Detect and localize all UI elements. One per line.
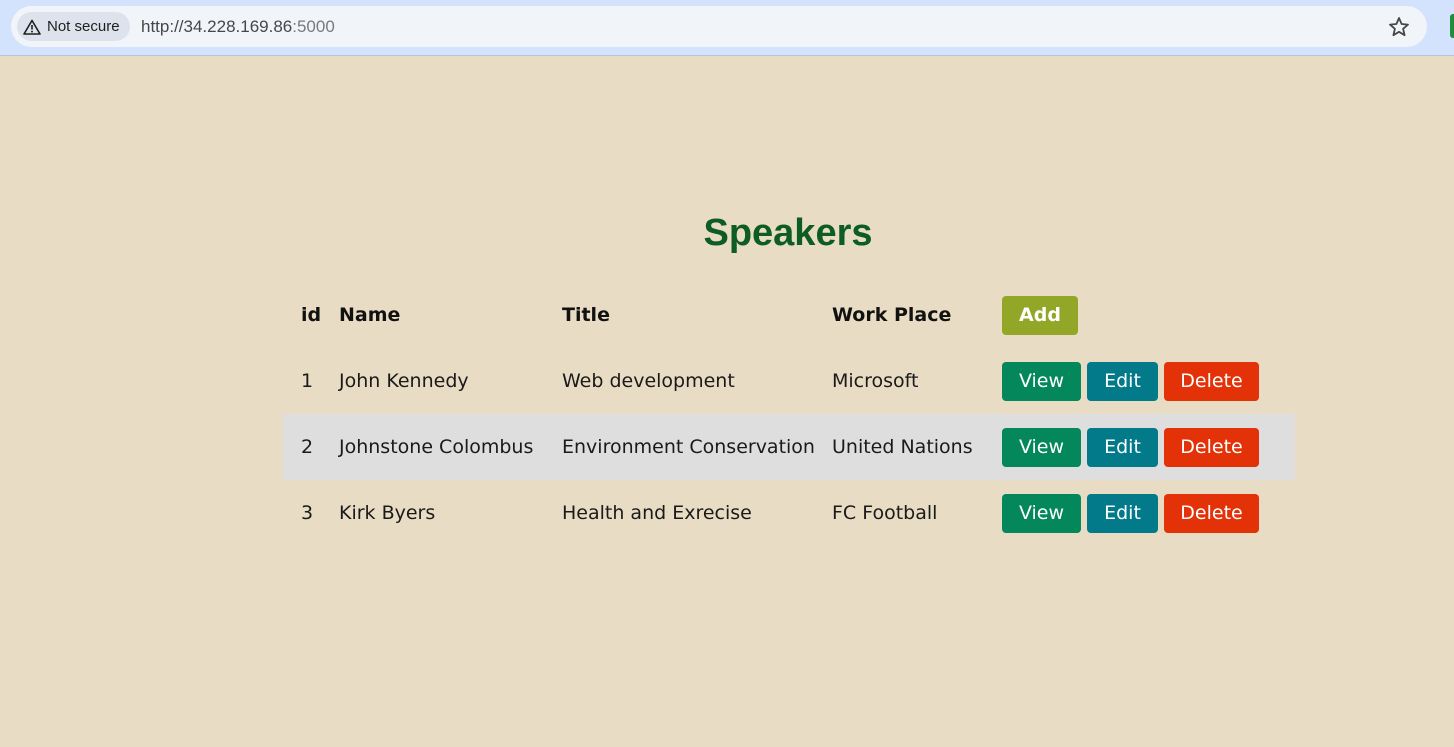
cell-id: 1 — [301, 370, 314, 392]
warning-icon — [23, 19, 41, 35]
header-actions: Add — [1002, 282, 1295, 348]
cell-name: John Kennedy — [339, 370, 469, 392]
url-text[interactable]: http://34.228.169.86:5000 — [141, 6, 335, 47]
edit-button[interactable]: Edit — [1087, 361, 1158, 401]
header-name: Name — [339, 304, 401, 326]
cell-work-place: Microsoft — [832, 370, 919, 392]
browser-toolbar: Not secure http://34.228.169.86:5000 — [0, 0, 1454, 56]
cell-title: Environment Conservation — [562, 436, 815, 458]
view-button[interactable]: View — [1002, 361, 1081, 401]
cell-id: 3 — [301, 502, 314, 524]
extension-icon[interactable] — [1450, 14, 1454, 38]
delete-button[interactable]: Delete — [1164, 493, 1259, 533]
cell-name: Johnstone Colombus — [339, 436, 534, 458]
view-button[interactable]: View — [1002, 493, 1081, 533]
edit-button[interactable]: Edit — [1087, 427, 1158, 467]
speakers-table-container: id Name Title Work Place Add 1 John Kenn… — [283, 282, 1295, 546]
table-row: 2 Johnstone Colombus Environment Conserv… — [283, 414, 1295, 480]
cell-title: Web development — [562, 370, 735, 392]
cell-actions: View Edit Delete — [1002, 480, 1295, 546]
cell-actions: View Edit Delete — [1002, 348, 1295, 414]
speakers-table: id Name Title Work Place Add 1 John Kenn… — [283, 282, 1295, 546]
delete-button[interactable]: Delete — [1164, 361, 1259, 401]
header-title: Title — [562, 304, 610, 326]
security-label: Not secure — [47, 18, 120, 35]
page-title: Speakers — [703, 212, 873, 254]
cell-id: 2 — [301, 436, 314, 458]
url-port: :5000 — [292, 17, 335, 36]
delete-button[interactable]: Delete — [1164, 427, 1259, 467]
table-row: 1 John Kennedy Web development Microsoft… — [283, 348, 1295, 414]
security-indicator[interactable]: Not secure — [17, 12, 130, 41]
address-bar[interactable]: Not secure http://34.228.169.86:5000 — [11, 6, 1427, 47]
header-id: id — [301, 304, 322, 326]
table-row: 3 Kirk Byers Health and Exrecise FC Foot… — [283, 480, 1295, 546]
cell-name: Kirk Byers — [339, 502, 436, 524]
table-header-row: id Name Title Work Place Add — [283, 282, 1295, 348]
header-work-place: Work Place — [832, 304, 952, 326]
cell-title: Health and Exrecise — [562, 502, 752, 524]
url-host: http://34.228.169.86 — [141, 17, 293, 36]
cell-actions: View Edit Delete — [1002, 414, 1295, 480]
cell-work-place: FC Football — [832, 502, 938, 524]
view-button[interactable]: View — [1002, 427, 1081, 467]
edit-button[interactable]: Edit — [1087, 493, 1158, 533]
add-button[interactable]: Add — [1002, 295, 1078, 335]
cell-work-place: United Nations — [832, 436, 973, 458]
star-icon[interactable] — [1387, 15, 1411, 39]
